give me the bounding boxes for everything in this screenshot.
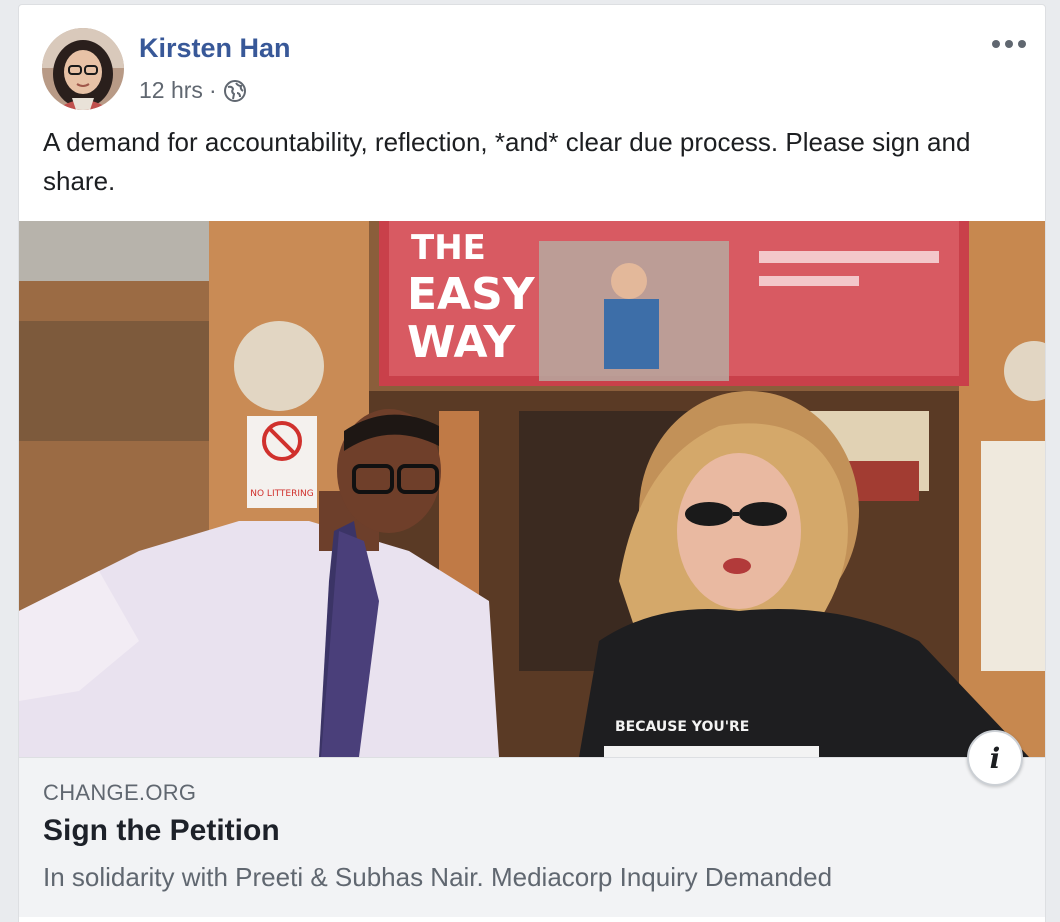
info-icon[interactable]: i (967, 730, 1023, 786)
poster-text-line: EASY (407, 269, 536, 320)
link-preview-image[interactable]: THE EASY WAY NO LITTERING BECAUSE YOU'RE (19, 221, 1045, 757)
globe-icon[interactable] (223, 79, 247, 103)
author-name[interactable]: Kirsten Han (139, 33, 291, 64)
link-title[interactable]: Sign the Petition (43, 814, 280, 848)
video-still: THE EASY WAY NO LITTERING BECAUSE YOU'RE (19, 221, 1045, 757)
shirt-text: BECAUSE YOU'RE (615, 719, 749, 735)
poster-text-line: THE (411, 228, 486, 268)
post-text: A demand for accountability, reflection,… (43, 127, 971, 196)
post-card: Kirsten Han 12 hrs · A demand for accoun… (18, 4, 1046, 922)
more-dot (992, 40, 1000, 48)
more-dot (1018, 40, 1026, 48)
post-meta: 12 hrs · (139, 77, 247, 104)
author-avatar[interactable] (42, 28, 124, 110)
sign-text: NO LITTERING (250, 489, 314, 499)
avatar-image (42, 28, 124, 110)
link-preview[interactable]: CHANGE.ORG Sign the Petition In solidari… (19, 757, 1045, 917)
more-dot (1005, 40, 1013, 48)
meta-separator: · (208, 77, 217, 103)
more-options-icon[interactable] (989, 31, 1029, 57)
link-domain: CHANGE.ORG (43, 780, 197, 805)
poster-text-line: WAY (407, 317, 516, 368)
link-description: In solidarity with Preeti & Subhas Nair.… (43, 862, 833, 892)
post-timestamp[interactable]: 12 hrs (139, 77, 203, 104)
